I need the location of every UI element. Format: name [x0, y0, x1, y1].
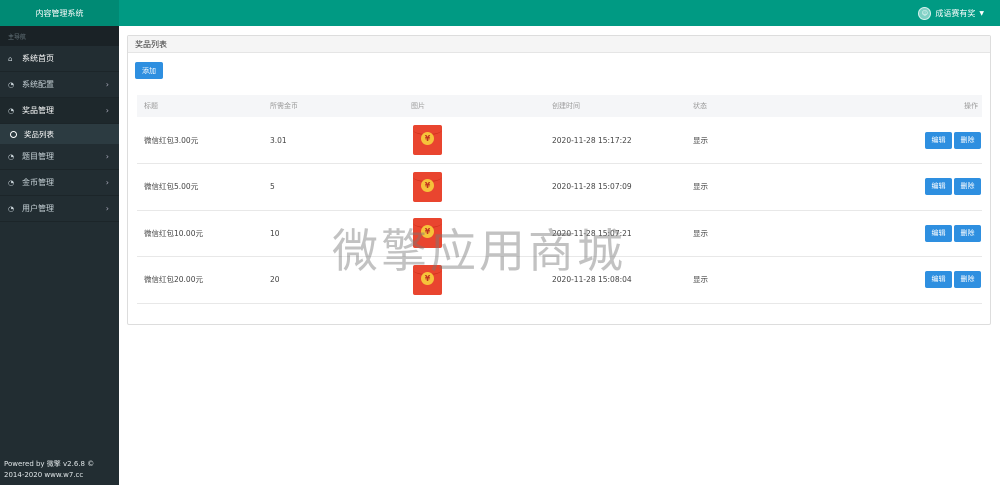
footer-copyright: 2014-2020 www.w7.cc	[4, 471, 84, 479]
app-title[interactable]: 内容管理系统	[0, 0, 119, 26]
sidebar-item-label: 系统配置	[22, 80, 54, 89]
sidebar-item-label: 奖品管理	[22, 106, 54, 115]
edit-button[interactable]: 编辑	[925, 178, 952, 196]
delete-button[interactable]: 删除	[954, 271, 981, 289]
sidebar-subitem-label: 奖品列表	[24, 129, 54, 139]
sidebar-item-prize-management[interactable]: ◔ 奖品管理 ›	[0, 98, 119, 124]
watermark: 微擎应用商城	[332, 224, 626, 278]
avatar: ☺	[918, 6, 932, 20]
home-icon: ⌂	[8, 54, 13, 63]
cell-created: 2020-11-28 15:17:22	[552, 135, 632, 145]
cell-created: 2020-11-28 15:07:09	[552, 182, 632, 192]
yuan-icon: ¥	[421, 132, 434, 145]
edit-button[interactable]: 编辑	[925, 271, 952, 289]
edit-button[interactable]: 编辑	[925, 224, 952, 242]
column-header-created: 创建时间	[552, 102, 580, 110]
sidebar-item-label: 用户管理	[22, 204, 54, 213]
cell-actions: 编辑 删除	[834, 117, 982, 164]
yuan-icon: ¥	[421, 178, 434, 192]
sidebar-item-label: 系统首页	[22, 54, 54, 63]
table-row: 微信红包3.00元 3.01 ¥ 2020-11-28 15:17:22 显示 …	[137, 117, 982, 164]
gauge-icon: ◔	[8, 178, 15, 187]
top-bar: 内容管理系统 ☺ 成语赛有奖 ▼	[0, 0, 1000, 26]
column-header-image: 图片	[411, 102, 425, 110]
edit-button[interactable]: 编辑	[925, 131, 952, 149]
red-envelope-image: ¥	[413, 125, 442, 155]
sidebar-item-system-config[interactable]: ◔ 系统配置 ›	[0, 72, 119, 98]
cell-image: ¥	[411, 164, 552, 211]
table-row: 微信红包5.00元 5 ¥ 2020-11-28 15:07:09 显示 编辑删…	[137, 164, 982, 211]
cell-title: 微信红包10.00元	[144, 228, 203, 238]
delete-button[interactable]: 删除	[954, 224, 981, 242]
chevron-right-icon: ›	[105, 80, 109, 89]
user-menu[interactable]: ☺ 成语赛有奖 ▼	[918, 0, 984, 26]
sidebar-item-home[interactable]: ⌂ 系统首页	[0, 46, 119, 72]
column-header-title: 标题	[144, 102, 158, 110]
chevron-down-icon: ▼	[979, 9, 984, 17]
delete-button[interactable]: 删除	[954, 178, 981, 196]
column-header-status: 状态	[693, 102, 707, 110]
cell-coins: 5	[270, 182, 275, 192]
sidebar-item-question-management[interactable]: ◔ 题目管理 ›	[0, 144, 119, 170]
cell-title: 微信红包20.00元	[144, 275, 203, 285]
delete-button[interactable]: 删除	[954, 131, 981, 149]
column-header-actions: 操作	[964, 102, 978, 110]
user-name: 成语赛有奖	[935, 8, 976, 18]
gauge-icon: ◔	[8, 80, 15, 89]
prize-list-panel: 奖品列表 添加 标题 所需金币 图片 创建时间 状态 操作 微信红包3.00元 …	[127, 35, 991, 325]
cell-actions: 编辑 删除	[834, 257, 982, 304]
gauge-icon: ◔	[8, 106, 15, 115]
sidebar-item-coin-management[interactable]: ◔ 金币管理 ›	[0, 170, 119, 196]
cell-title: 微信红包5.00元	[144, 182, 199, 192]
cell-status: 显示	[693, 182, 708, 192]
add-button[interactable]: 添加	[135, 62, 163, 79]
sidebar-item-label: 金币管理	[22, 178, 54, 187]
gauge-icon: ◔	[8, 152, 15, 161]
cell-actions: 编辑 删除	[834, 210, 982, 257]
panel-title: 奖品列表	[128, 36, 990, 53]
cell-actions: 编辑 删除	[834, 164, 982, 211]
chevron-right-icon: ›	[105, 204, 109, 213]
sidebar-item-user-management[interactable]: ◔ 用户管理 ›	[0, 196, 119, 222]
chevron-right-icon: ›	[105, 106, 109, 115]
cell-status: 显示	[693, 275, 708, 285]
footer-powered-by: Powered by 微擎 v2.6.8 ©	[4, 460, 95, 468]
cell-status: 显示	[693, 135, 708, 145]
column-header-coins: 所需金币	[270, 102, 298, 110]
gauge-icon: ◔	[8, 204, 15, 213]
cell-coins: 3.01	[270, 135, 287, 145]
sidebar-subitem-prize-list[interactable]: 奖品列表	[0, 124, 119, 144]
chevron-right-icon: ›	[105, 178, 109, 187]
sidebar: 主导航 ⌂ 系统首页 ◔ 系统配置 › ◔ 奖品管理 › 奖品列表 ◔ 题目管理…	[0, 26, 119, 485]
red-envelope-image: ¥	[413, 171, 442, 202]
cell-title: 微信红包3.00元	[144, 135, 199, 145]
chevron-right-icon: ›	[105, 152, 109, 161]
sidebar-item-label: 题目管理	[22, 152, 54, 161]
sidebar-header: 主导航	[0, 26, 119, 46]
table-header-row: 标题 所需金币 图片 创建时间 状态 操作	[137, 95, 982, 117]
circle-icon	[10, 130, 17, 138]
cell-image: ¥	[411, 117, 552, 164]
sidebar-footer: Powered by 微擎 v2.6.8 © 2014-2020 www.w7.…	[4, 459, 94, 481]
cell-status: 显示	[693, 228, 708, 238]
